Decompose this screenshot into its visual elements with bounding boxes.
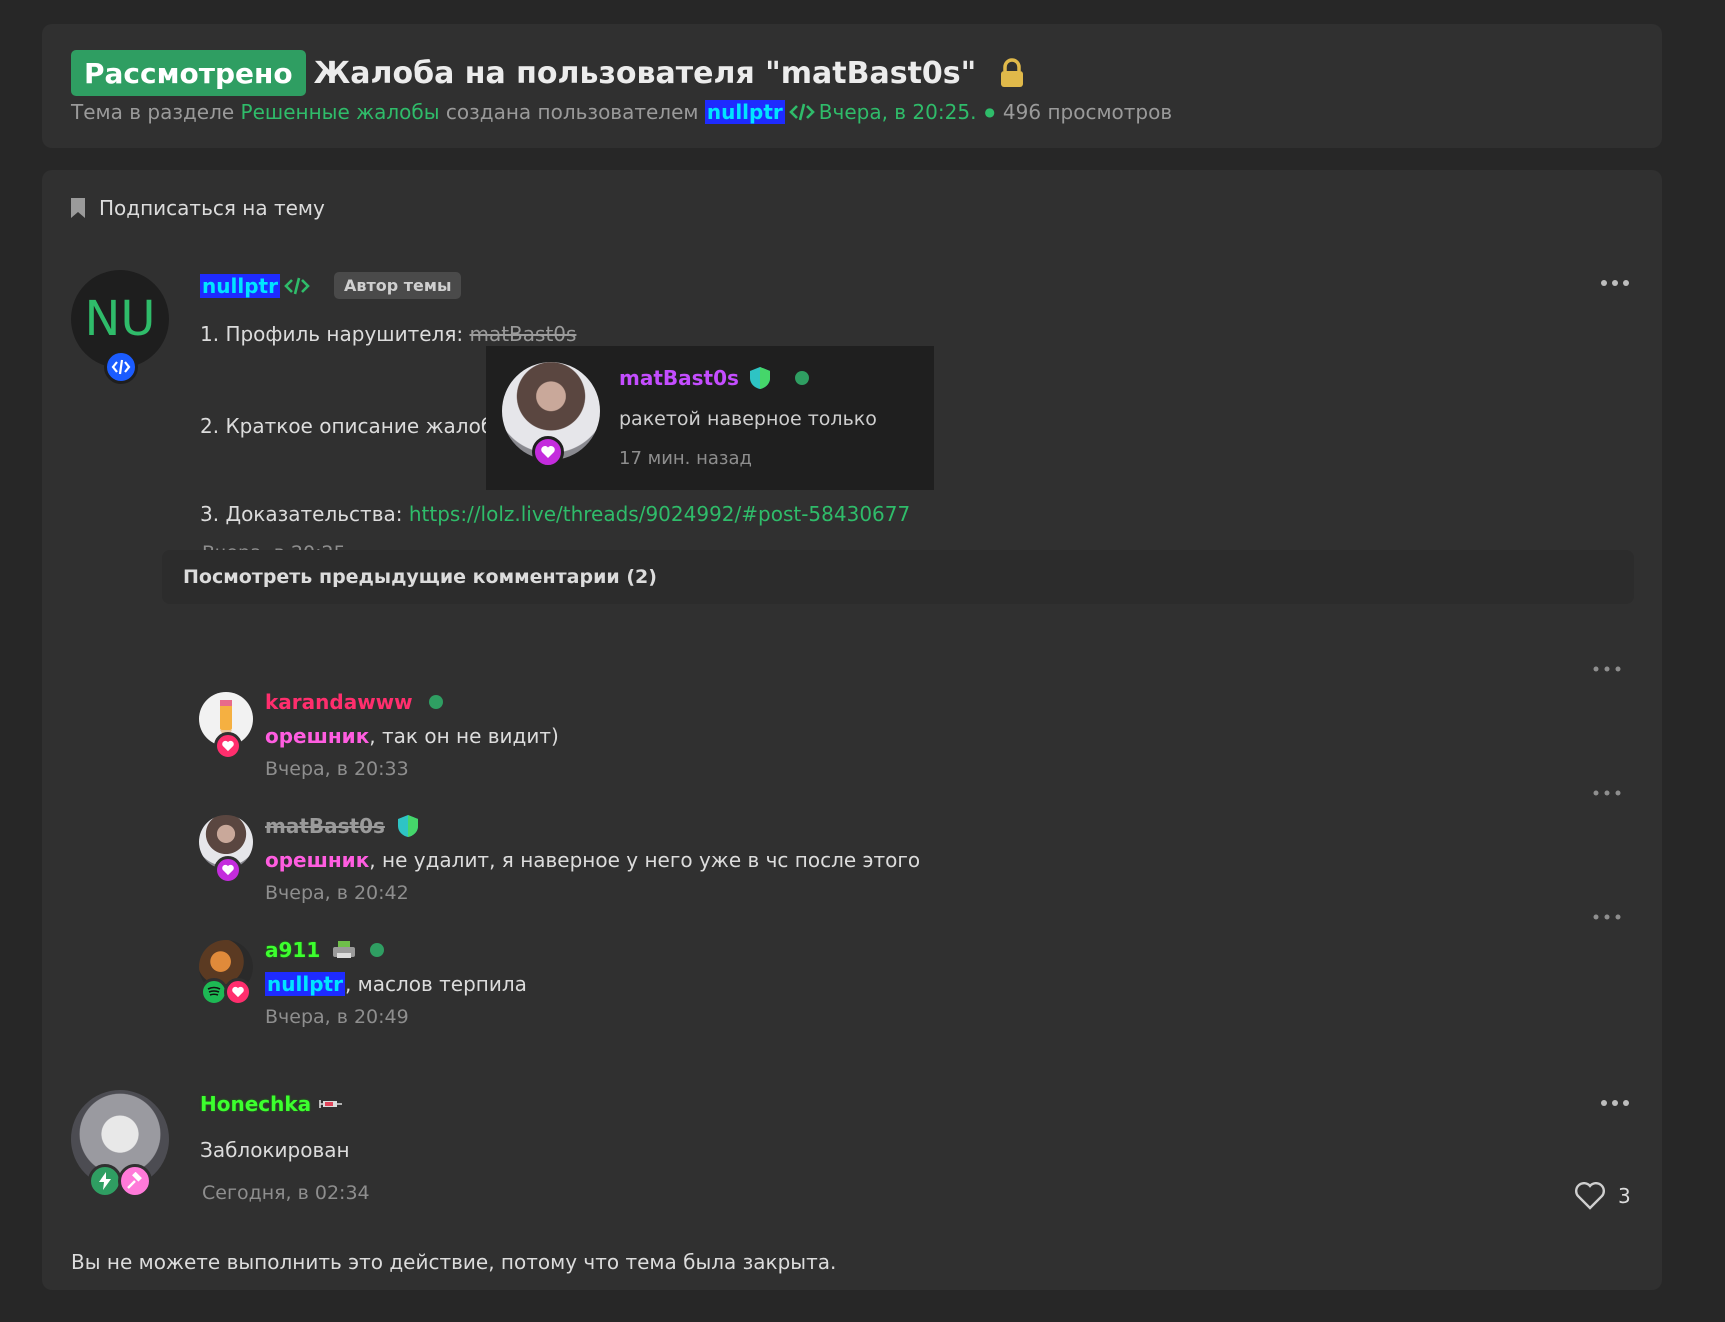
post-line-3: 3. Доказательства: https://lolz.live/thr… (200, 502, 910, 526)
code-icon (284, 276, 310, 296)
quote-text: ракетой наверное только (619, 408, 877, 430)
lightning-badge-icon (88, 1164, 122, 1198)
comment-text: орешник, не удалит, я наверное у него уж… (265, 848, 920, 872)
comment-body: , так он не видит) (369, 724, 559, 748)
author-tag: Автор темы (333, 272, 462, 299)
online-status-icon (370, 943, 385, 957)
more-options-icon[interactable] (1600, 1098, 1630, 1108)
comment-body: , не удалит, я наверное у него уже в чс … (369, 848, 921, 872)
quote-user[interactable]: matBast0s (619, 366, 739, 390)
section-link[interactable]: Решенные жалобы (241, 100, 440, 124)
thread-meta: Тема в разделе Решенные жалобы создана п… (71, 100, 1172, 124)
title-row: Рассмотрено Жалоба на пользователя "matB… (71, 50, 1028, 96)
code-icon (788, 102, 815, 122)
post-header: nullptr Автор темы (200, 272, 462, 299)
lock-icon (996, 57, 1028, 89)
comment-text: орешник, так он не видит) (265, 724, 559, 748)
quote-header: matBast0s (619, 366, 809, 390)
heart-icon (1575, 1182, 1605, 1210)
comment-body: , маслов терпила (344, 972, 527, 996)
comment-time[interactable]: Вчера, в 20:49 (265, 1006, 409, 1028)
more-options-icon[interactable] (1600, 278, 1630, 288)
more-options-icon[interactable] (1592, 664, 1622, 674)
line1-label: 1. Профиль нарушителя: (200, 322, 464, 346)
more-options-icon[interactable] (1592, 788, 1622, 798)
status-badge: Рассмотрено (71, 50, 306, 96)
subscribe-label: Подписаться на тему (99, 196, 325, 220)
like-count: 3 (1618, 1184, 1631, 1208)
avatar-initials: NU (84, 291, 156, 347)
online-status-icon (794, 371, 809, 385)
post-author[interactable]: Honechka (200, 1092, 311, 1116)
violator-link[interactable]: matBast0s (469, 322, 576, 346)
subscribe-button[interactable]: Подписаться на тему (71, 196, 325, 220)
evidence-link[interactable]: https://lolz.live/threads/9024992/#post-… (409, 502, 910, 526)
mention-link[interactable]: орешник (265, 724, 369, 748)
heart-badge-icon (224, 978, 252, 1006)
printer-icon (333, 941, 356, 958)
online-status-icon (428, 695, 443, 709)
comment-time[interactable]: Вчера, в 20:33 (265, 758, 409, 780)
more-options-icon[interactable] (1592, 912, 1622, 922)
comment-user[interactable]: a911 (265, 938, 320, 962)
author-link[interactable]: nullptr (704, 100, 785, 124)
syringe-icon (319, 1100, 343, 1108)
comment-header: a911 (265, 938, 385, 962)
quote-time: 17 мин. назад (619, 448, 752, 469)
thread-header: Рассмотрено Жалоба на пользователя "matB… (42, 24, 1662, 148)
comment-header: matBast0s (265, 814, 419, 838)
comment-header: karandawww (265, 690, 443, 714)
mention-link[interactable]: орешник (265, 848, 369, 872)
post-line-1: 1. Профиль нарушителя: matBast0s (200, 322, 576, 346)
bookmark-icon (71, 198, 85, 218)
mention-link[interactable]: nullptr (265, 972, 345, 996)
comment-user[interactable]: karandawww (265, 690, 413, 714)
separator-dot: ● (984, 105, 995, 119)
heart-badge-icon (214, 732, 242, 760)
like-button[interactable]: 3 (1574, 1182, 1631, 1210)
developer-badge-icon (104, 350, 138, 384)
thread-closed-message: Вы не можете выполнить это действие, пот… (71, 1250, 837, 1274)
line2-label: 2. Краткое описание жалобы: (200, 414, 516, 438)
post-author[interactable]: nullptr (200, 273, 280, 298)
created-time[interactable]: Вчера, в 20:25. (819, 100, 977, 124)
comment-text: nullptr, маслов терпила (265, 972, 527, 996)
views-count: 496 просмотров (1002, 100, 1173, 124)
shield-icon (749, 367, 770, 389)
meta-created-by: создана пользователем (445, 100, 699, 124)
post-line-2: 2. Краткое описание жалобы: (200, 414, 516, 438)
previous-comments-button[interactable]: Посмотреть предыдущие комментарии (2) (162, 550, 1634, 604)
thread-body: Подписаться на тему NU nullptr Автор тем… (42, 170, 1662, 1290)
comment-user[interactable]: matBast0s (265, 814, 385, 838)
post-time[interactable]: Сегодня, в 02:34 (202, 1182, 370, 1204)
heart-badge-icon (214, 856, 242, 884)
quoted-message-card[interactable]: matBast0s ракетой наверное только 17 мин… (486, 346, 934, 490)
post-header: Honechka (200, 1092, 343, 1116)
post-text: Заблокирован (200, 1138, 350, 1162)
hammer-badge-icon (118, 1164, 152, 1198)
shield-icon (397, 815, 418, 837)
page-title: Жалоба на пользователя "matBast0s" (313, 55, 977, 91)
comment-time[interactable]: Вчера, в 20:42 (265, 882, 409, 904)
meta-prefix: Тема в разделе (71, 100, 235, 124)
heart-badge-icon (532, 436, 564, 468)
line3-label: 3. Доказательства: (200, 502, 403, 526)
